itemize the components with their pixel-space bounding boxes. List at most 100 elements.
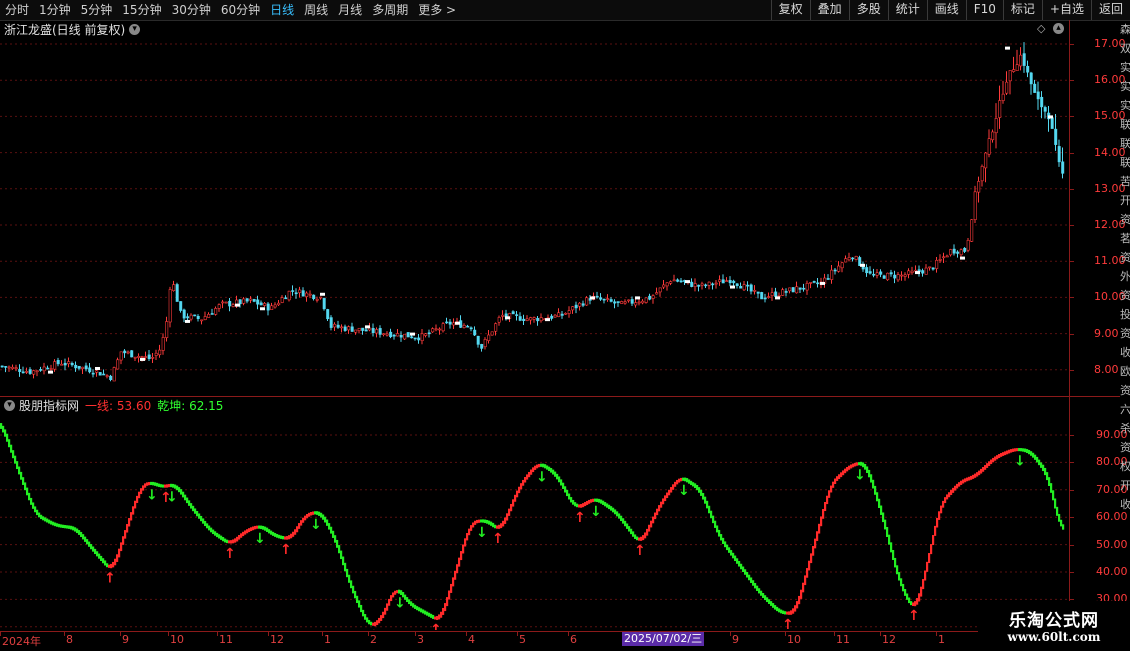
- osc-segment: [430, 613, 433, 618]
- osc-segment: [476, 519, 479, 524]
- period-tab[interactable]: 更多 >: [413, 0, 461, 20]
- osc-segment: [928, 553, 931, 564]
- candle-body: [161, 337, 165, 351]
- toolbar-button[interactable]: 复权: [770, 0, 810, 20]
- osc-segment: [354, 590, 357, 599]
- osc-segment: [966, 477, 969, 482]
- osc-segment: [36, 509, 39, 516]
- toolbar-button[interactable]: 统计: [887, 0, 927, 20]
- candle-body: [1015, 64, 1019, 71]
- osc-segment: [236, 536, 239, 542]
- osc-segment: [456, 564, 459, 574]
- osc-segment: [280, 535, 283, 539]
- candle-body: [788, 287, 792, 292]
- osc-segment: [636, 536, 639, 541]
- candle-body: [1019, 54, 1023, 67]
- period-tab[interactable]: 分时: [0, 0, 34, 20]
- osc-segment: [208, 525, 211, 531]
- side-panel-char: 双: [1120, 42, 1130, 55]
- osc-segment: [652, 516, 655, 524]
- osc-segment: [906, 593, 909, 600]
- date-tick-label: 12: [270, 633, 284, 646]
- doji-marker: [455, 321, 460, 325]
- osc-segment: [0, 423, 3, 429]
- osc-segment: [776, 606, 779, 612]
- candle-body: [280, 297, 284, 303]
- period-tab[interactable]: 30分钟: [167, 0, 216, 20]
- toolbar-button[interactable]: 画线: [926, 0, 966, 20]
- candle-body: [84, 365, 88, 370]
- candle-body: [165, 321, 169, 338]
- osc-segment: [406, 597, 409, 603]
- osc-segment: [436, 616, 439, 621]
- candle-body: [791, 287, 795, 293]
- candle-body: [557, 312, 561, 318]
- osc-segment: [348, 574, 351, 583]
- osc-segment: [216, 532, 219, 538]
- toolbar-button[interactable]: 叠加: [809, 0, 849, 20]
- osc-tick: [1069, 435, 1074, 436]
- period-tab[interactable]: 日线: [265, 0, 299, 20]
- osc-segment: [784, 611, 787, 615]
- toolbar-button[interactable]: 多股: [848, 0, 888, 20]
- osc-tick: [1069, 517, 1074, 519]
- period-tab[interactable]: 多周期: [367, 0, 413, 20]
- osc-segment: [898, 572, 901, 581]
- period-tab[interactable]: 月线: [333, 0, 367, 20]
- osc-segment: [1028, 449, 1031, 455]
- osc-segment: [654, 512, 657, 520]
- candle-body: [172, 284, 176, 292]
- osc-segment: [418, 607, 421, 612]
- cursor-date: 2025/07/02/三: [622, 632, 705, 646]
- osc-segment: [720, 534, 723, 541]
- side-panel-edge[interactable]: 森双实实实联联联苦开资茗资外资投资收欧资六杀资权开收: [1120, 20, 1130, 630]
- sell-arrow-icon: ↓: [254, 531, 266, 547]
- osc-segment: [96, 551, 99, 557]
- candle-body: [529, 317, 533, 321]
- osc-segment: [806, 568, 809, 578]
- candle-body: [182, 309, 186, 319]
- candle-body: [476, 335, 480, 345]
- period-tab[interactable]: 15分钟: [117, 0, 166, 20]
- osc-segment: [874, 485, 877, 495]
- osc-segment: [734, 555, 737, 562]
- toolbar-button[interactable]: 标记: [1002, 0, 1042, 20]
- osc-segment: [634, 534, 637, 539]
- osc-segment: [1020, 448, 1023, 452]
- osc-segment: [18, 466, 21, 475]
- osc-segment: [732, 552, 735, 559]
- date-tick-label: 1: [938, 633, 945, 646]
- price-chart[interactable]: [0, 20, 1070, 396]
- candle-body: [952, 248, 956, 254]
- date-tick-label: 10: [787, 633, 801, 646]
- osc-segment: [900, 578, 903, 587]
- date-tick-label: 11: [219, 633, 233, 646]
- candle-body: [910, 270, 914, 273]
- side-panel-char: 资: [1120, 384, 1130, 397]
- osc-segment: [668, 489, 671, 496]
- toolbar-button[interactable]: F10: [965, 0, 1003, 20]
- candle-body: [571, 306, 575, 311]
- osc-segment: [886, 526, 889, 537]
- toolbar-button[interactable]: 返回: [1090, 0, 1130, 20]
- osc-segment: [602, 500, 605, 505]
- osc-segment: [202, 518, 205, 524]
- candle-body: [354, 329, 358, 333]
- candle-body: [980, 166, 984, 182]
- osc-segment: [312, 511, 315, 515]
- date-tick-label: 3: [417, 633, 424, 646]
- osc-segment: [1042, 464, 1045, 472]
- osc-segment: [432, 614, 435, 619]
- candle-body: [991, 131, 995, 141]
- period-tab[interactable]: 5分钟: [76, 0, 118, 20]
- osc-segment: [134, 500, 137, 509]
- osc-segment: [188, 500, 191, 506]
- period-tab[interactable]: 1分钟: [34, 0, 76, 20]
- toolbar-button[interactable]: +自选: [1041, 0, 1091, 20]
- osc-segment: [686, 478, 689, 483]
- indicator-chart[interactable]: ↑↑↑↑↑↑↑↑↑↑↑↓↓↓↓↓↓↓↓↓↓↓: [0, 398, 1070, 630]
- osc-segment: [230, 540, 233, 544]
- candle-body: [620, 301, 624, 304]
- period-tab[interactable]: 周线: [299, 0, 333, 20]
- period-tab[interactable]: 60分钟: [216, 0, 265, 20]
